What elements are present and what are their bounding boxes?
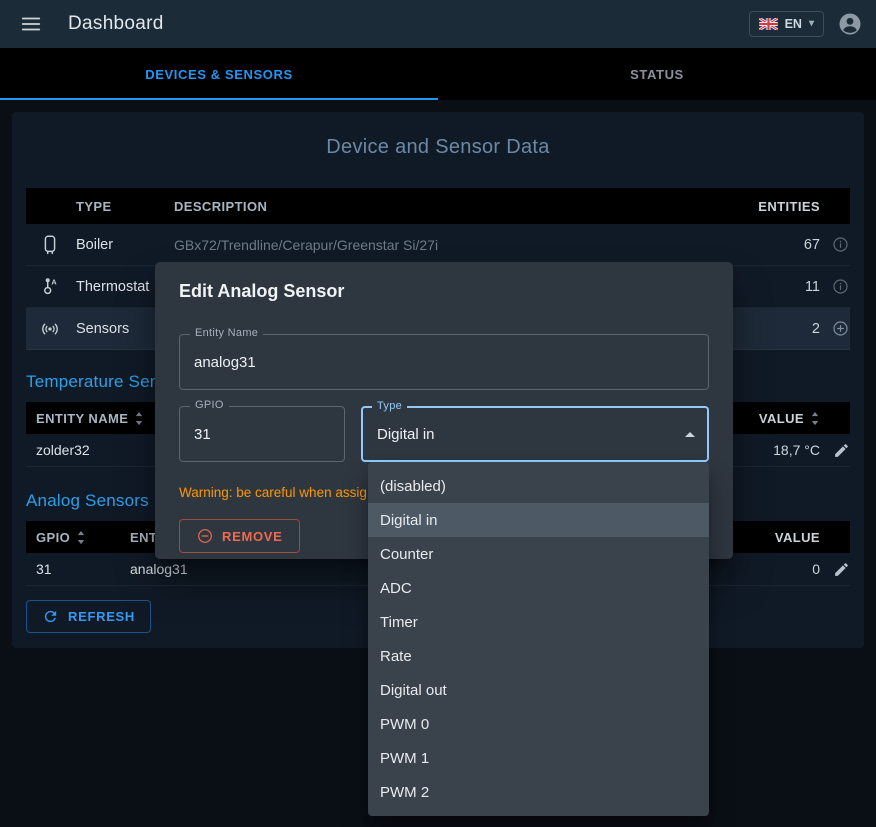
header-entity-name[interactable]: ENTITY NAME — [36, 411, 128, 426]
user-avatar[interactable] — [838, 12, 862, 36]
tab-label: STATUS — [630, 67, 684, 82]
menu-item-timer[interactable]: Timer — [368, 605, 709, 639]
tab-devices-sensors[interactable]: DEVICES & SENSORS — [0, 48, 438, 100]
menu-item-disabled[interactable]: (disabled) — [368, 469, 709, 503]
sensor-value: 0 — [700, 561, 820, 577]
sort-icon[interactable] — [76, 530, 86, 545]
gpio-label: GPIO — [190, 399, 229, 411]
type-label: Type — [372, 400, 407, 412]
refresh-label: REFRESH — [68, 609, 135, 624]
table-row-boiler[interactable]: Boiler GBx72/Trendline/Cerapur/Greenstar… — [26, 224, 850, 266]
entity-name-input[interactable] — [180, 354, 708, 371]
dropdown-arrow-up-icon — [685, 432, 695, 437]
remove-button[interactable]: REMOVE — [179, 519, 300, 553]
header-type: TYPE — [74, 199, 174, 214]
menu-item-pwm-0[interactable]: PWM 0 — [368, 707, 709, 741]
entity-name-label: Entity Name — [190, 327, 263, 339]
gpio-input[interactable] — [180, 426, 344, 443]
tab-status[interactable]: STATUS — [438, 48, 876, 100]
sensors-icon — [26, 318, 74, 340]
remove-label: REMOVE — [222, 529, 283, 544]
info-icon[interactable] — [820, 235, 850, 254]
tab-bar: DEVICES & SENSORS STATUS — [0, 48, 876, 100]
uk-flag-icon — [759, 18, 778, 30]
language-code: EN — [785, 17, 802, 31]
device-entities-count: 67 — [710, 237, 820, 253]
menu-item-pwm-2[interactable]: PWM 2 — [368, 775, 709, 809]
device-description: GBx72/Trendline/Cerapur/Greenstar Si/27i — [174, 237, 710, 253]
refresh-icon — [42, 608, 59, 625]
menu-item-counter[interactable]: Counter — [368, 537, 709, 571]
menu-item-pwm-1[interactable]: PWM 1 — [368, 741, 709, 775]
tab-label: DEVICES & SENSORS — [145, 67, 292, 82]
menu-item-digital-out[interactable]: Digital out — [368, 673, 709, 707]
language-selector[interactable]: EN ▾ — [749, 11, 824, 37]
header-value[interactable]: VALUE — [759, 411, 804, 426]
info-icon[interactable] — [820, 277, 850, 296]
sort-icon[interactable] — [134, 411, 144, 426]
entity-name-field[interactable]: Entity Name — [179, 334, 709, 390]
add-circle-icon[interactable] — [820, 319, 850, 338]
app-bar: Dashboard EN ▾ — [0, 0, 876, 48]
header-description: DESCRIPTION — [174, 199, 710, 214]
chevron-down-icon: ▾ — [809, 19, 814, 29]
sensor-gpio: 31 — [26, 561, 114, 577]
svg-text:A: A — [51, 277, 57, 286]
hamburger-menu-icon[interactable] — [16, 9, 46, 39]
boiler-icon — [26, 234, 74, 256]
menu-item-adc[interactable]: ADC — [368, 571, 709, 605]
header-value[interactable]: VALUE — [775, 530, 820, 545]
page-title: Dashboard — [68, 13, 164, 35]
header-gpio[interactable]: GPIO — [36, 530, 70, 545]
refresh-button[interactable]: REFRESH — [26, 600, 151, 633]
type-selected-value: Digital in — [363, 426, 449, 443]
dialog-title: Edit Analog Sensor — [155, 262, 733, 312]
edit-pencil-icon[interactable] — [820, 442, 850, 459]
device-table-header: TYPE DESCRIPTION ENTITIES — [26, 188, 850, 224]
menu-item-rate[interactable]: Rate — [368, 639, 709, 673]
sort-icon[interactable] — [810, 411, 820, 426]
type-select[interactable]: Type Digital in — [361, 406, 709, 462]
menu-item-digital-in[interactable]: Digital in — [368, 503, 709, 537]
edit-pencil-icon[interactable] — [820, 561, 850, 578]
gpio-field[interactable]: GPIO — [179, 406, 345, 462]
section-title: Device and Sensor Data — [26, 136, 850, 159]
thermostat-icon: A — [26, 276, 74, 298]
remove-circle-icon — [196, 527, 214, 545]
type-dropdown-menu: (disabled) Digital in Counter ADC Timer … — [368, 462, 709, 816]
device-type: Boiler — [74, 237, 174, 253]
header-entities: ENTITIES — [710, 199, 820, 214]
